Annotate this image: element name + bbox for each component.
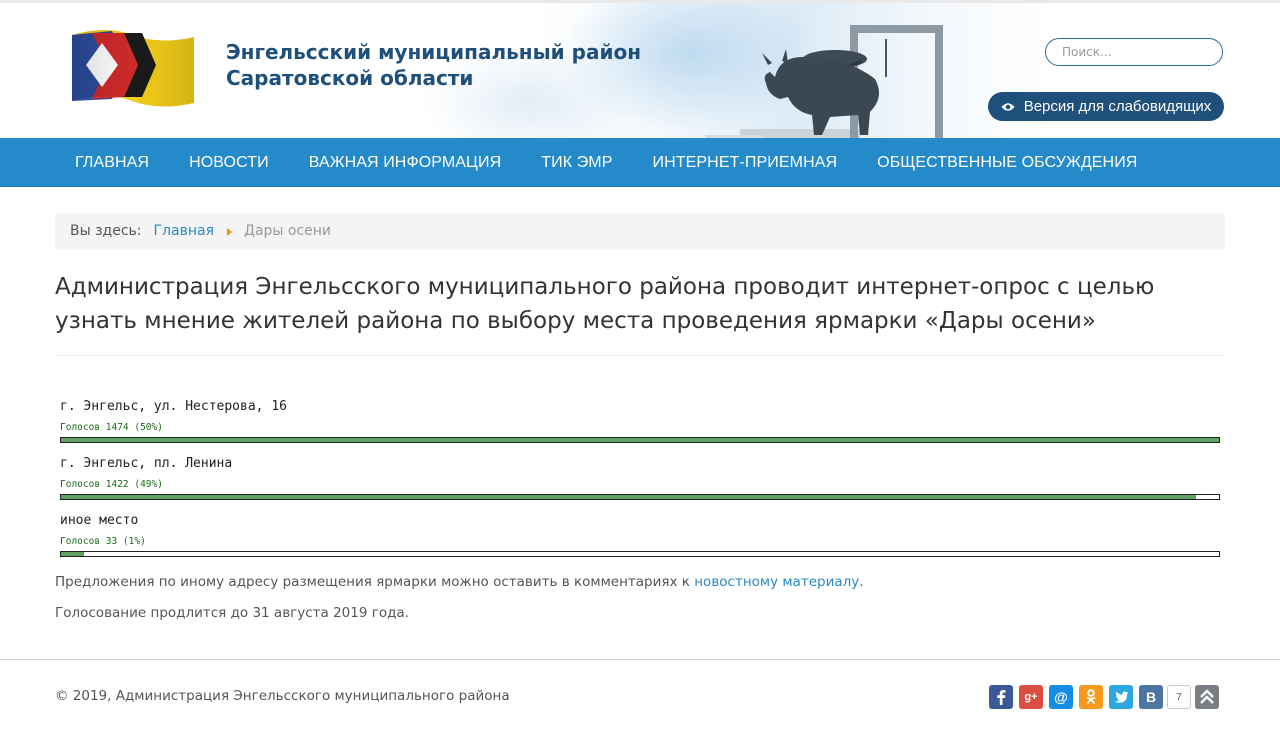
- social-share-bar: g+ @ B 7: [989, 685, 1199, 709]
- google-plus-icon[interactable]: g+: [1019, 685, 1043, 709]
- nav-item-public-discussions[interactable]: ОБЩЕСТВЕННЫЕ ОБСУЖДЕНИЯ: [857, 138, 1157, 186]
- poll-option-bar: [60, 551, 1220, 557]
- poll-option-label: г. Энгельс, ул. Нестерова, 16: [60, 399, 287, 414]
- nav-item-important-info[interactable]: ВАЖНАЯ ИНФОРМАЦИЯ: [289, 138, 522, 186]
- poll-results: г. Энгельс, ул. Нестерова, 16 Голосов 14…: [60, 396, 1220, 567]
- nav-item-news[interactable]: НОВОСТИ: [169, 138, 289, 186]
- poll-option-bar: [60, 437, 1220, 443]
- poll-option-bar: [60, 494, 1220, 500]
- suggestion-text: Предложения по иному адресу размещения я…: [55, 574, 695, 590]
- poll-option-bar-fill: [61, 552, 84, 556]
- page-title: Администрация Энгельсского муниципальног…: [55, 274, 1155, 334]
- breadcrumb: Вы здесь: Главная Дары осени: [55, 213, 1225, 249]
- breadcrumb-current: Дары осени: [244, 223, 332, 239]
- vk-share-count: 7: [1167, 685, 1191, 709]
- search-box[interactable]: [1045, 38, 1223, 66]
- poll-option-label: иное место: [60, 513, 139, 528]
- facebook-icon[interactable]: [989, 685, 1013, 709]
- bull-monument-image: [705, 25, 943, 138]
- odnoklassniki-icon[interactable]: [1079, 685, 1103, 709]
- low-vision-label: Версия для слабовидящих: [1023, 98, 1212, 115]
- site-title-line1: Энгельсский муниципальный район: [226, 40, 642, 64]
- poll-option-label: г. Энгельс, пл. Ленина: [60, 456, 233, 471]
- deadline-note: Голосование продлится до 31 августа 2019…: [55, 605, 409, 621]
- site-title[interactable]: Энгельсский муниципальный район Саратовс…: [226, 39, 641, 91]
- poll-option-votes: Голосов 1422 (49%): [60, 479, 163, 490]
- site-header: Энгельсский муниципальный район Саратовс…: [0, 3, 1280, 138]
- footer-divider: [0, 659, 1280, 660]
- nav-item-home[interactable]: ГЛАВНАЯ: [55, 138, 169, 186]
- news-material-link[interactable]: новостному материалу: [694, 574, 859, 590]
- suggestion-suffix: .: [859, 574, 864, 590]
- breadcrumb-label: Вы здесь:: [70, 223, 142, 239]
- suggestion-note: Предложения по иному адресу размещения я…: [55, 574, 864, 590]
- poll-option: г. Энгельс, пл. Ленина Голосов 1422 (49%…: [60, 453, 1220, 510]
- poll-option: иное место Голосов 33 (1%): [60, 510, 1220, 567]
- poll-option-votes: Голосов 33 (1%): [60, 536, 146, 547]
- search-input[interactable]: [1060, 44, 1214, 60]
- nav-item-tik-emr[interactable]: ТИК ЭМР: [521, 138, 632, 186]
- scroll-to-top-icon[interactable]: [1195, 685, 1219, 709]
- title-divider: [55, 355, 1225, 356]
- breadcrumb-home-link[interactable]: Главная: [154, 223, 214, 239]
- poll-option-votes: Голосов 1474 (50%): [60, 422, 163, 433]
- eye-icon: [1001, 102, 1015, 112]
- poll-option-bar-fill: [61, 495, 1196, 499]
- district-flag-logo[interactable]: [68, 25, 198, 115]
- twitter-icon[interactable]: [1109, 685, 1133, 709]
- low-vision-button[interactable]: Версия для слабовидящих: [988, 92, 1224, 121]
- poll-option-bar-fill: [61, 438, 1219, 442]
- breadcrumb-arrow-icon: [227, 228, 232, 236]
- vk-icon[interactable]: B: [1139, 685, 1163, 709]
- mailru-icon[interactable]: @: [1049, 685, 1073, 709]
- nav-item-internet-reception[interactable]: ИНТЕРНЕТ-ПРИЕМНАЯ: [633, 138, 858, 186]
- copyright-text: © 2019, Администрация Энгельсского муниц…: [55, 688, 510, 704]
- main-nav: ГЛАВНАЯ НОВОСТИ ВАЖНАЯ ИНФОРМАЦИЯ ТИК ЭМ…: [0, 138, 1280, 187]
- site-title-line2: Саратовской области: [226, 66, 474, 90]
- poll-option: г. Энгельс, ул. Нестерова, 16 Голосов 14…: [60, 396, 1220, 453]
